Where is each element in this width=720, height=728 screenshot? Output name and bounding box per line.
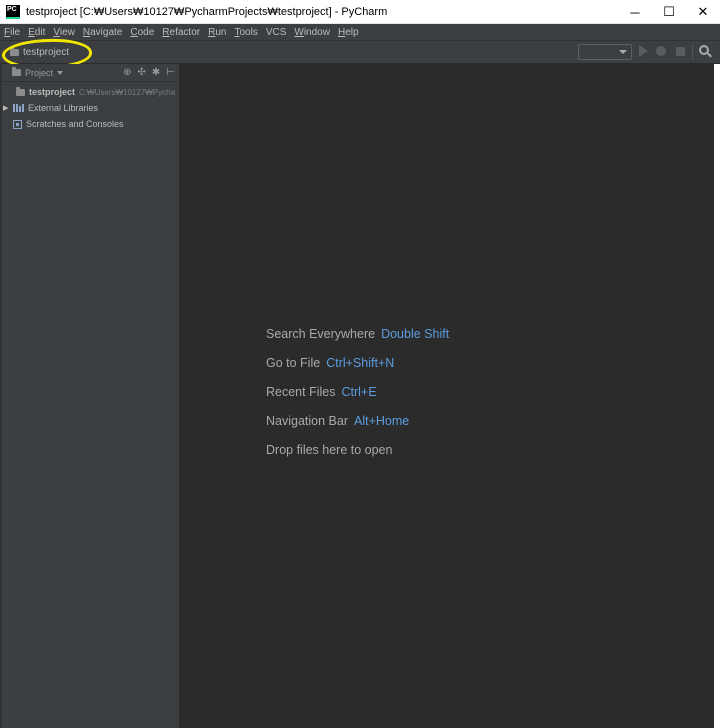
tree-item-label: Scratches and Consoles bbox=[26, 119, 124, 129]
menu-run[interactable]: Run bbox=[208, 27, 226, 38]
folder-icon bbox=[10, 46, 19, 56]
expand-arrow-icon[interactable]: ▶ bbox=[3, 104, 13, 112]
title-bar: PC testproject [C:₩Users₩10127₩PycharmPr… bbox=[0, 0, 720, 24]
project-tool-window: Project ⊕ ✣ ✱ ⊢ testproject C:₩Users₩101… bbox=[0, 64, 180, 728]
menu-tools[interactable]: Tools bbox=[234, 27, 257, 38]
stop-icon[interactable] bbox=[676, 47, 685, 56]
project-view-icon bbox=[12, 67, 21, 76]
hint-search-everywhere: Search Everywhere Double Shift bbox=[266, 327, 450, 341]
debug-icon[interactable] bbox=[656, 46, 666, 56]
close-button[interactable]: ✕ bbox=[686, 0, 720, 24]
shortcut-key: Double Shift bbox=[381, 327, 450, 341]
window-title: testproject [C:₩Users₩10127₩PycharmProje… bbox=[26, 5, 388, 18]
menu-vcs[interactable]: VCS bbox=[266, 27, 287, 38]
run-configuration-dropdown[interactable] bbox=[578, 44, 632, 60]
editor-empty-area[interactable]: Search Everywhere Double Shift Go to File… bbox=[180, 64, 714, 728]
collapse-all-icon[interactable]: ✣ bbox=[138, 67, 146, 79]
tree-item-label: External Libraries bbox=[28, 103, 99, 113]
search-icon[interactable] bbox=[699, 45, 709, 55]
run-icon[interactable] bbox=[639, 45, 648, 57]
library-icon bbox=[13, 104, 24, 112]
menu-bar: File Edit View Navigate Code Refactor Ru… bbox=[0, 24, 720, 40]
maximize-button[interactable]: ☐ bbox=[652, 0, 686, 24]
shortcut-key: Ctrl+Shift+N bbox=[326, 356, 395, 370]
tree-item-scratches[interactable]: Scratches and Consoles bbox=[0, 116, 179, 132]
menu-navigate[interactable]: Navigate bbox=[83, 27, 122, 38]
scratch-icon bbox=[13, 119, 22, 129]
shortcut-key: Alt+Home bbox=[354, 414, 410, 428]
menu-code[interactable]: Code bbox=[130, 27, 154, 38]
menu-edit[interactable]: Edit bbox=[28, 27, 45, 38]
breadcrumb[interactable]: testproject bbox=[10, 46, 70, 58]
tree-item-label: testproject bbox=[29, 87, 76, 97]
chevron-down-icon[interactable] bbox=[57, 70, 64, 75]
project-panel-actions: ⊕ ✣ ✱ ⊢ bbox=[123, 67, 175, 79]
tool-window-stripe bbox=[0, 64, 2, 728]
menu-refactor[interactable]: Refactor bbox=[162, 27, 200, 38]
tree-item-external-libraries[interactable]: ▶ External Libraries bbox=[0, 100, 179, 116]
menu-window[interactable]: Window bbox=[294, 27, 330, 38]
menu-help[interactable]: Help bbox=[338, 27, 359, 38]
tree-item-testproject[interactable]: testproject C:₩Users₩10127₩Pycha bbox=[0, 84, 179, 100]
gear-icon[interactable]: ✱ bbox=[152, 67, 160, 79]
window-border bbox=[714, 64, 720, 728]
tree-item-path: C:₩Users₩10127₩Pycha bbox=[79, 87, 176, 97]
folder-icon bbox=[16, 86, 25, 96]
shortcut-key: Ctrl+E bbox=[341, 385, 377, 399]
hint-drop-files: Drop files here to open bbox=[266, 443, 393, 457]
project-tree: testproject C:₩Users₩10127₩Pycha ▶ Exter… bbox=[0, 84, 179, 132]
hint-go-to-file: Go to File Ctrl+Shift+N bbox=[266, 356, 395, 370]
editor-hints: Search Everywhere Double Shift Go to File… bbox=[266, 326, 449, 471]
locate-icon[interactable]: ⊕ bbox=[123, 67, 131, 79]
hint-navigation-bar: Navigation Bar Alt+Home bbox=[266, 414, 410, 428]
minimize-button[interactable]: ─ bbox=[618, 0, 652, 24]
window-controls: ─ ☐ ✕ bbox=[618, 0, 720, 24]
hide-panel-icon[interactable]: ⊢ bbox=[166, 67, 175, 79]
breadcrumb-project-label: testproject bbox=[23, 46, 70, 58]
hint-recent-files: Recent Files Ctrl+E bbox=[266, 385, 377, 399]
menu-view[interactable]: View bbox=[53, 27, 75, 38]
project-panel-title[interactable]: Project bbox=[25, 68, 53, 78]
project-panel-header: Project ⊕ ✣ ✱ ⊢ bbox=[0, 64, 179, 82]
pycharm-logo-icon: PC bbox=[6, 4, 20, 19]
menu-file[interactable]: File bbox=[4, 27, 20, 38]
toolbar-divider bbox=[692, 44, 693, 60]
